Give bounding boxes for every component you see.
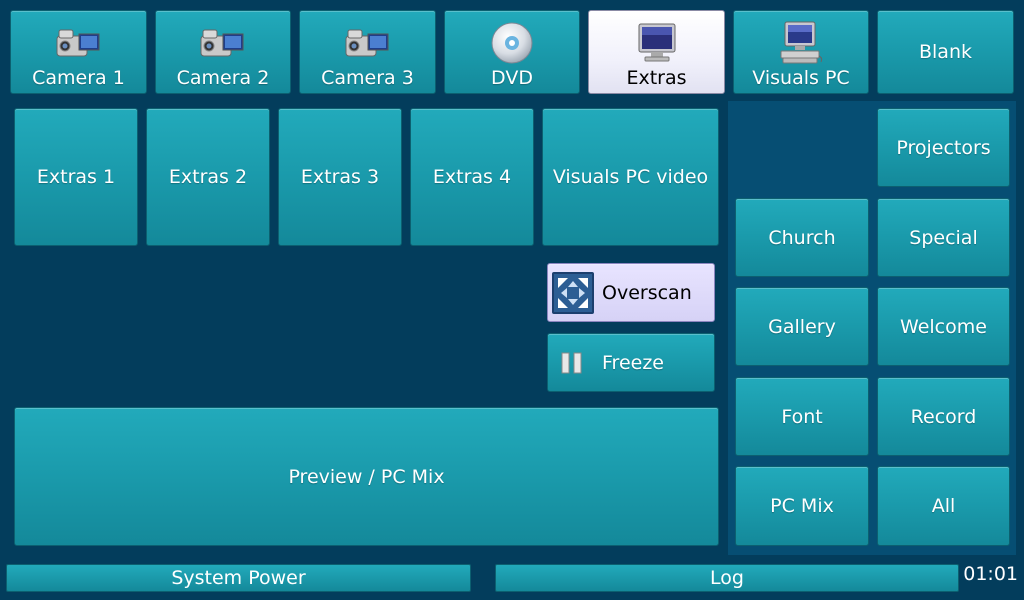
computer-icon bbox=[777, 19, 825, 67]
log-label: Log bbox=[710, 567, 744, 589]
preset-label: Projectors bbox=[896, 136, 991, 159]
extras-3-button[interactable]: Extras 3 bbox=[278, 108, 402, 246]
source-label: Camera 1 bbox=[32, 67, 125, 89]
source-label: Extras bbox=[626, 67, 687, 89]
preset-all-button[interactable]: All bbox=[877, 466, 1010, 546]
log-button[interactable]: Log bbox=[495, 564, 959, 592]
source-label: Blank bbox=[918, 41, 972, 63]
system-power-label: System Power bbox=[171, 567, 306, 589]
video-camera-icon bbox=[55, 19, 103, 67]
video-camera-icon bbox=[199, 19, 247, 67]
source-label: Camera 2 bbox=[176, 67, 270, 89]
extras-label: Extras 2 bbox=[168, 166, 248, 188]
expand-arrows-icon bbox=[552, 271, 594, 314]
system-power-button[interactable]: System Power bbox=[6, 564, 471, 592]
preset-label: Welcome bbox=[900, 315, 987, 338]
extras-label: Extras 1 bbox=[36, 166, 116, 188]
freeze-label: Freeze bbox=[602, 351, 664, 374]
extras-label: Extras 4 bbox=[432, 166, 512, 188]
preset-pc-mix-button[interactable]: PC Mix bbox=[735, 466, 869, 546]
source-label: Visuals PC bbox=[752, 67, 850, 89]
preset-gallery-button[interactable]: Gallery bbox=[735, 287, 869, 366]
extras-label: Extras 3 bbox=[300, 166, 380, 188]
preset-projectors-button[interactable]: Projectors bbox=[877, 108, 1010, 187]
preset-font-button[interactable]: Font bbox=[735, 377, 869, 456]
preset-label: Font bbox=[781, 405, 823, 428]
preset-label: Church bbox=[768, 226, 836, 249]
preset-label: All bbox=[931, 495, 956, 517]
monitor-icon bbox=[635, 19, 679, 67]
overscan-button[interactable]: Overscan bbox=[547, 263, 715, 322]
preset-label: PC Mix bbox=[770, 495, 834, 517]
preset-special-button[interactable]: Special bbox=[877, 198, 1010, 277]
source-dvd-button[interactable]: DVD bbox=[444, 10, 580, 94]
preset-label: Gallery bbox=[768, 315, 836, 338]
freeze-button[interactable]: Freeze bbox=[547, 333, 715, 392]
preset-record-button[interactable]: Record bbox=[877, 377, 1010, 456]
source-camera-1-button[interactable]: Camera 1 bbox=[10, 10, 147, 94]
source-label: DVD bbox=[491, 67, 533, 89]
source-blank-button[interactable]: Blank bbox=[877, 10, 1014, 94]
preset-church-button[interactable]: Church bbox=[735, 198, 869, 277]
extras-label: Visuals PC video bbox=[552, 166, 709, 188]
preview-pc-mix-button[interactable]: Preview / PC Mix bbox=[14, 407, 719, 546]
source-camera-3-button[interactable]: Camera 3 bbox=[299, 10, 436, 94]
clock: 01:01 bbox=[963, 563, 1018, 585]
preset-label: Record bbox=[910, 405, 977, 428]
pause-icon bbox=[560, 352, 584, 374]
source-visuals-pc-button[interactable]: Visuals PC bbox=[733, 10, 869, 94]
video-camera-icon bbox=[344, 19, 392, 67]
extras-4-button[interactable]: Extras 4 bbox=[410, 108, 534, 246]
extras-1-button[interactable]: Extras 1 bbox=[14, 108, 138, 246]
extras-2-button[interactable]: Extras 2 bbox=[146, 108, 270, 246]
preview-label: Preview / PC Mix bbox=[288, 465, 445, 488]
visuals-pc-video-button[interactable]: Visuals PC video bbox=[542, 108, 719, 246]
disc-icon bbox=[490, 19, 534, 67]
preset-welcome-button[interactable]: Welcome bbox=[877, 287, 1010, 366]
preset-label: Special bbox=[909, 226, 978, 249]
source-camera-2-button[interactable]: Camera 2 bbox=[155, 10, 291, 94]
source-label: Camera 3 bbox=[321, 67, 414, 89]
overscan-label: Overscan bbox=[602, 281, 692, 304]
source-extras-button[interactable]: Extras bbox=[588, 10, 725, 94]
